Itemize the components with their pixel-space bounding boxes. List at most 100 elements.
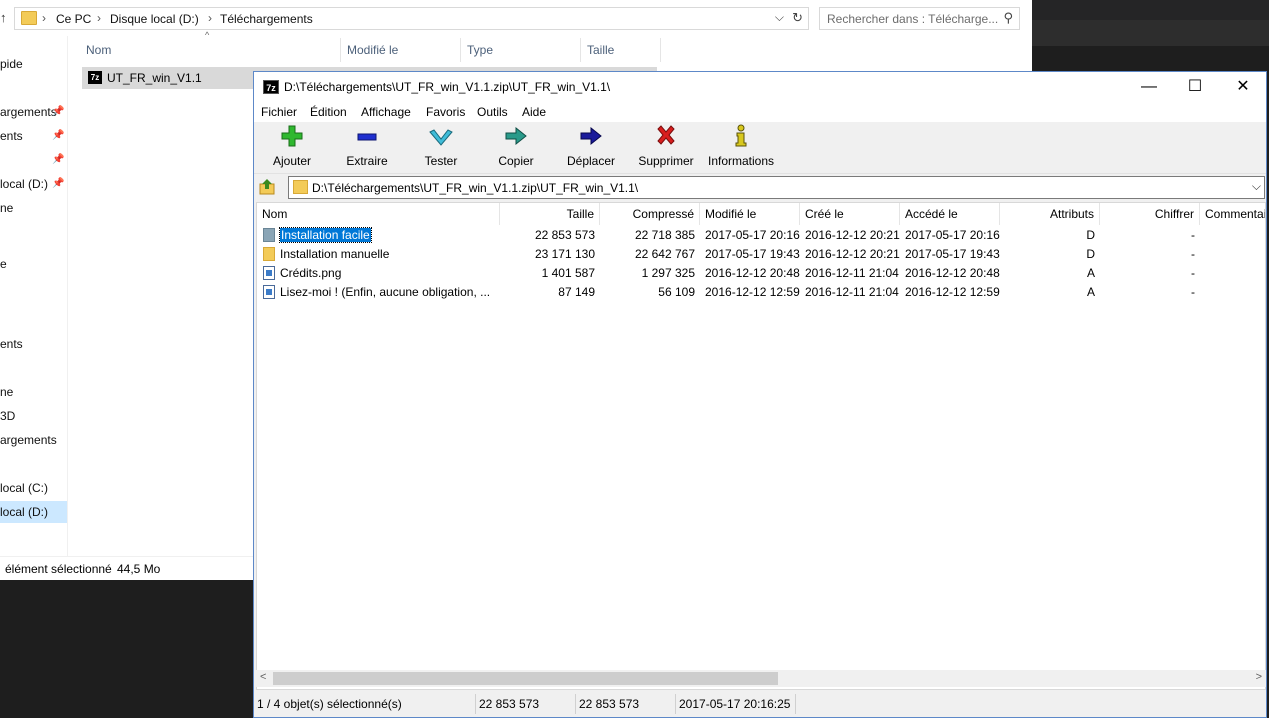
table-row[interactable]: Installation manuelle 23 171 130 22 642 …: [257, 245, 1265, 264]
extract-button[interactable]: Extraire: [342, 124, 392, 172]
delete-button[interactable]: Supprimer: [636, 124, 696, 172]
menu-bar: Fichier Édition Affichage Favoris Outils…: [254, 102, 1266, 122]
menu-favoris[interactable]: Favoris: [426, 105, 465, 119]
nav-item[interactable]: e: [0, 253, 67, 275]
cell-packed: 56 109: [658, 285, 695, 299]
pin-icon: 📌: [52, 154, 65, 165]
refresh-icon[interactable]: ↻: [792, 10, 803, 26]
column-divider[interactable]: [340, 38, 341, 62]
status-size: 22 853 573: [476, 694, 576, 714]
scroll-left-icon[interactable]: <: [260, 671, 266, 683]
maximize-button[interactable]: ☐: [1172, 72, 1218, 102]
nav-item-label: e: [0, 257, 7, 271]
nav-item[interactable]: ne: [0, 197, 67, 219]
column-header-attributes[interactable]: Attributs: [1000, 203, 1100, 225]
table-row[interactable]: Crédits.png 1 401 587 1 297 325 2016-12-…: [257, 264, 1265, 283]
menu-aide[interactable]: Aide: [522, 105, 546, 119]
image-file-icon: [263, 266, 275, 280]
path-text: D:\Téléchargements\UT_FR_win_V1.1.zip\UT…: [312, 181, 639, 195]
chevron-down-icon[interactable]: ⌵: [775, 10, 784, 25]
pin-icon: 📌: [52, 106, 65, 117]
cell-size: 1 401 587: [541, 266, 595, 280]
column-header-encrypted[interactable]: Chiffrer: [1100, 203, 1200, 225]
nav-item[interactable]: local (D:) 📌: [0, 173, 67, 195]
test-button[interactable]: Tester: [419, 124, 463, 172]
status-packed: 22 853 573: [576, 694, 676, 714]
menu-outils[interactable]: Outils: [477, 105, 508, 119]
column-header-size[interactable]: Taille: [500, 203, 600, 225]
archive-file-list: Nom Taille Compressé Modifié le Créé le …: [256, 202, 1266, 690]
info-button[interactable]: Informations: [706, 124, 776, 172]
nav-item[interactable]: 📌: [0, 149, 67, 171]
copy-button[interactable]: Copier: [494, 124, 538, 172]
scrollbar-thumb[interactable]: [273, 672, 778, 685]
nav-item[interactable]: 3D: [0, 405, 67, 427]
column-header-name[interactable]: Nom: [86, 38, 111, 62]
minimize-button[interactable]: —: [1126, 72, 1172, 102]
background-editor-tabbar: [1032, 20, 1269, 46]
up-arrow-icon[interactable]: ↑: [0, 10, 12, 26]
chevron-right-icon[interactable]: ›: [208, 11, 212, 25]
search-icon[interactable]: ⚲: [1003, 10, 1013, 26]
nav-item-label: ne: [0, 201, 14, 215]
table-row[interactable]: Lisez-moi ! (Enfin, aucune obligation, .…: [257, 283, 1265, 302]
cell-created: 2016-12-11 21:04: [805, 266, 899, 280]
column-header-modified[interactable]: Modifié le: [700, 203, 800, 225]
nav-item[interactable]: ne: [0, 381, 67, 403]
nav-item[interactable]: ents: [0, 333, 67, 355]
column-divider[interactable]: [660, 38, 661, 62]
column-header-created[interactable]: Créé le: [800, 203, 900, 225]
pin-icon: 📌: [52, 178, 65, 189]
explorer-address-bar[interactable]: › Ce PC › Disque local (D:) › Télécharge…: [14, 7, 809, 30]
path-combobox[interactable]: D:\Téléchargements\UT_FR_win_V1.1.zip\UT…: [288, 176, 1265, 199]
breadcrumb-ce-pc[interactable]: Ce PC: [56, 12, 91, 26]
cell-attributes: D: [1086, 228, 1095, 242]
breadcrumb-disque-local-d[interactable]: Disque local (D:): [110, 12, 199, 26]
nav-item-selected[interactable]: local (D:): [0, 501, 67, 523]
column-header-comment[interactable]: Commentai: [1200, 203, 1265, 225]
folder-up-icon[interactable]: [258, 178, 278, 196]
toolbar: Ajouter Extraire Tester Copier Déplacer …: [254, 122, 1266, 174]
menu-edition[interactable]: Édition: [310, 105, 347, 119]
pin-icon: 📌: [52, 130, 65, 141]
horizontal-scrollbar[interactable]: < >: [256, 670, 1266, 687]
column-header-modified[interactable]: Modifié le: [347, 38, 398, 62]
chevron-right-icon[interactable]: ›: [42, 11, 46, 25]
7zip-app-icon[interactable]: 7z: [263, 80, 279, 94]
close-button[interactable]: ✕: [1220, 72, 1266, 102]
nav-item-label: ents: [0, 337, 23, 351]
window-title: D:\Téléchargements\UT_FR_win_V1.1.zip\UT…: [284, 80, 611, 94]
column-header-size[interactable]: Taille: [587, 38, 614, 62]
menu-fichier[interactable]: Fichier: [261, 105, 297, 119]
nav-item[interactable]: argements: [0, 429, 67, 451]
nav-item[interactable]: pide: [0, 53, 67, 75]
chevron-right-icon[interactable]: ›: [97, 11, 101, 25]
breadcrumb-telechargements[interactable]: Téléchargements: [220, 12, 313, 26]
cell-accessed: 2016-12-12 12:59: [905, 285, 1000, 299]
cell-encrypted: -: [1191, 266, 1195, 280]
info-icon: [733, 124, 749, 150]
menu-affichage[interactable]: Affichage: [361, 105, 411, 119]
folder-icon: [263, 228, 275, 242]
column-header-name[interactable]: Nom: [257, 203, 500, 225]
folder-icon: [293, 180, 308, 194]
delete-button-label: Supprimer: [638, 154, 694, 168]
copy-button-label: Copier: [498, 154, 534, 168]
nav-item[interactable]: local (C:): [0, 477, 67, 499]
scroll-right-icon[interactable]: >: [1256, 671, 1262, 683]
column-header-type[interactable]: Type: [467, 38, 493, 62]
explorer-search-box[interactable]: Rechercher dans : Télécharge... ⚲: [819, 7, 1020, 30]
column-header-packed[interactable]: Compressé: [600, 203, 700, 225]
column-divider[interactable]: [460, 38, 461, 62]
add-button[interactable]: Ajouter: [266, 124, 318, 172]
nav-item[interactable]: argements 📌: [0, 101, 67, 123]
table-row[interactable]: Installation facile 22 853 573 22 718 38…: [257, 226, 1265, 245]
move-button[interactable]: Déplacer: [564, 124, 618, 172]
cell-encrypted: -: [1191, 228, 1195, 242]
column-header-accessed[interactable]: Accédé le: [900, 203, 1000, 225]
nav-item[interactable]: ents 📌: [0, 125, 67, 147]
chevron-down-icon[interactable]: ⌵: [1252, 179, 1261, 194]
column-divider[interactable]: [580, 38, 581, 62]
7zip-titlebar[interactable]: 7z D:\Téléchargements\UT_FR_win_V1.1.zip…: [254, 72, 1266, 102]
add-button-label: Ajouter: [272, 154, 312, 168]
